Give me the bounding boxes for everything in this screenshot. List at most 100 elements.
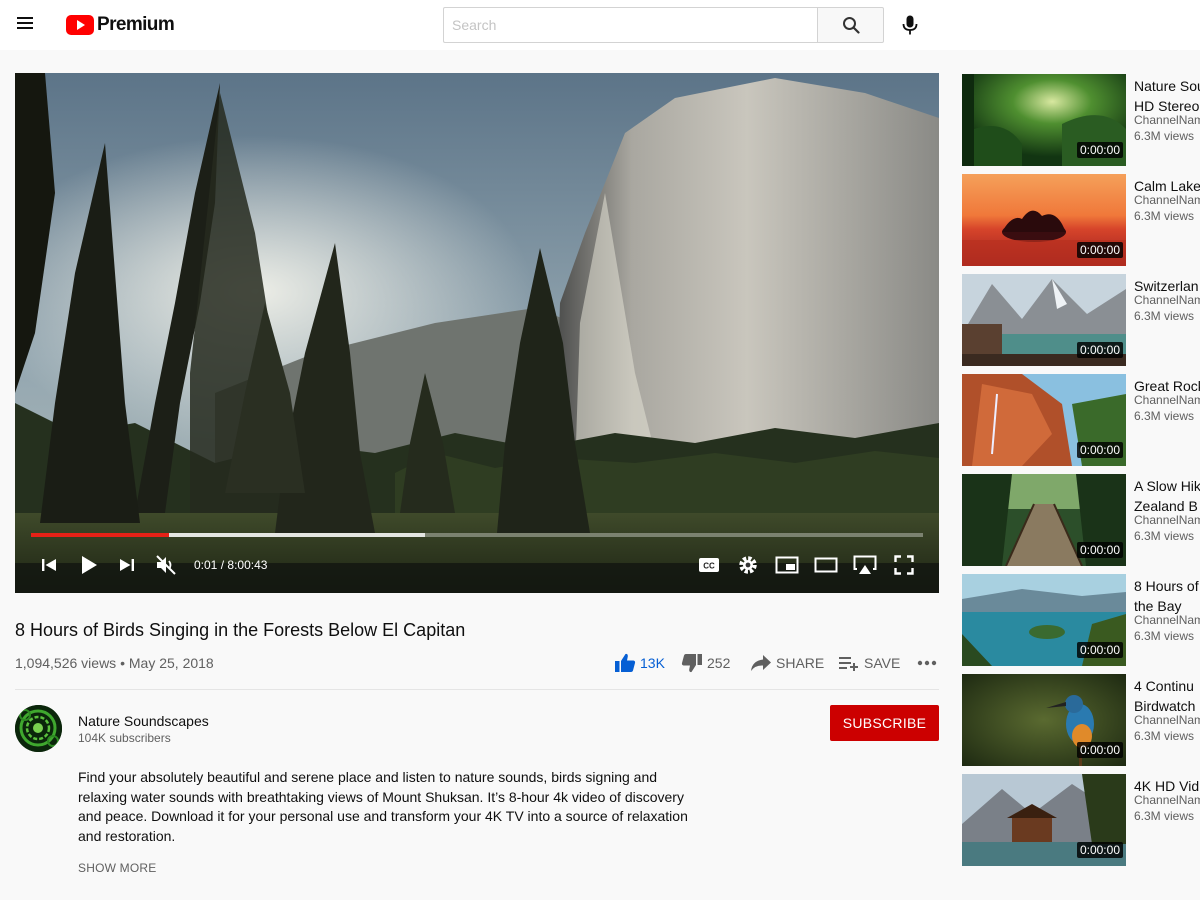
search-bar (443, 7, 884, 43)
recommendation-item[interactable]: 0:00:00 4 Continu Birdwatch ChannelName … (962, 674, 1200, 766)
player-controls: 0:01 / 8:00:43 CC (15, 545, 939, 585)
video-duration: 0:00:00 (1076, 242, 1123, 258)
subscribe-button[interactable]: SUBSCRIBE (830, 705, 939, 741)
fern-image (15, 705, 62, 752)
channel-name[interactable]: Nature Soundscapes (78, 713, 209, 729)
recommendation-channel: ChannelName (1134, 393, 1200, 407)
video-duration: 0:00:00 (1076, 742, 1123, 758)
svg-text:CC: CC (703, 562, 715, 571)
more-icon (917, 660, 937, 666)
recommendation-title: 8 Hours of the Bay (1134, 578, 1199, 614)
search-button[interactable] (817, 7, 884, 43)
youtube-logo-icon (66, 15, 94, 35)
publish-date: May 25, 2018 (128, 655, 214, 671)
logo-text: Premium (97, 14, 175, 35)
captions-icon: CC (699, 558, 719, 572)
video-duration: 0:00:00 (1076, 642, 1123, 658)
save-label: SAVE (864, 655, 901, 671)
save-playlist-icon (839, 657, 858, 671)
recommendation-views: 6.3M views (1134, 629, 1195, 643)
recommendation-views: 6.3M views (1134, 809, 1195, 823)
recommendation-views: 6.3M views (1134, 409, 1195, 423)
share-button[interactable]: SHARE (750, 653, 824, 673)
video-meta: 1,094,526 views • May 25, 2018 (15, 655, 214, 671)
recommendation-item[interactable]: 0:00:00 4K HD Vid ChannelName 6.3M views (962, 774, 1200, 866)
subscriber-count: 104K subscribers (78, 731, 171, 745)
theater-mode-button[interactable] (814, 553, 838, 577)
video-duration: 0:00:00 (1076, 142, 1123, 158)
mute-icon (156, 555, 176, 575)
video-title: 8 Hours of Birds Singing in the Forests … (15, 620, 466, 640)
settings-button[interactable] (736, 553, 760, 577)
fullscreen-icon (894, 555, 914, 575)
like-icon (615, 653, 636, 672)
captions-button[interactable]: CC (697, 553, 721, 577)
dislike-button[interactable]: 252 (681, 653, 730, 673)
video-player[interactable]: 0:01 / 8:00:43 CC (15, 73, 939, 593)
channel-avatar[interactable] (15, 705, 62, 752)
video-duration: 0:00:00 (1076, 342, 1123, 358)
share-icon (751, 655, 771, 671)
next-icon (120, 559, 134, 571)
total-duration: 8:00:43 (227, 558, 268, 572)
top-bar: Premium (0, 0, 1200, 50)
video-duration: 0:00:00 (1076, 842, 1123, 858)
cast-button[interactable] (853, 553, 877, 577)
progress-played (31, 533, 170, 537)
recommendation-channel: ChannelName (1134, 193, 1200, 207)
fullscreen-button[interactable] (892, 553, 916, 577)
miniplayer-icon (775, 556, 799, 574)
recommendation-item[interactable]: 0:00:00 Calm Lake ChannelName 6.3M views (962, 174, 1200, 266)
recommendation-channel: ChannelName (1134, 713, 1200, 727)
progress-bar[interactable] (31, 533, 923, 537)
search-icon (842, 17, 860, 34)
show-more-button[interactable]: SHOW MORE (78, 861, 156, 875)
like-count: 13K (640, 655, 665, 671)
recommendation-views: 6.3M views (1134, 529, 1195, 543)
search-input[interactable] (443, 7, 817, 43)
view-count: 1,094,526 views (15, 655, 117, 671)
recommendation-item[interactable]: 0:00:00 A Slow Hik Zealand B ChannelName… (962, 474, 1200, 566)
mute-button[interactable] (154, 553, 178, 577)
recommendation-channel: ChannelName (1134, 793, 1200, 807)
mic-icon (902, 15, 918, 35)
voice-search-button[interactable] (898, 13, 922, 37)
previous-button[interactable] (37, 553, 61, 577)
time-separator: / (220, 558, 225, 572)
save-button[interactable]: SAVE (838, 653, 900, 673)
recommendation-views: 6.3M views (1134, 129, 1195, 143)
settings-icon (739, 556, 757, 574)
youtube-logo[interactable]: Premium (66, 14, 175, 36)
video-description: Find your absolutely beautiful and seren… (78, 769, 688, 844)
share-label: SHARE (776, 655, 825, 671)
video-duration: 0:00:00 (1076, 442, 1123, 458)
video-frame (15, 73, 939, 593)
recommendation-item[interactable]: 0:00:00 8 Hours of the Bay ChannelName 6… (962, 574, 1200, 666)
recommendation-channel: ChannelName (1134, 513, 1200, 527)
like-button[interactable]: 13K (614, 653, 665, 673)
more-actions-button[interactable] (917, 653, 941, 673)
miniplayer-button[interactable] (775, 553, 799, 577)
current-time: 0:01 (194, 558, 218, 572)
recommendation-item[interactable]: 0:00:00 Great Rock ChannelName 6.3M view… (962, 374, 1200, 466)
menu-icon[interactable] (14, 14, 36, 36)
recommendation-item[interactable]: 0:00:00 Nature Sou HD Stereo ChannelName… (962, 74, 1200, 166)
recommendation-channel: ChannelName (1134, 113, 1200, 127)
recommendation-channel: ChannelName (1134, 613, 1200, 627)
video-duration: 0:00:00 (1076, 542, 1123, 558)
recommendation-title: A Slow Hik Zealand B (1134, 478, 1200, 514)
recommendation-item[interactable]: 0:00:00 Switzerlan ChannelName 6.3M view… (962, 274, 1200, 366)
dislike-count: 252 (707, 655, 731, 671)
divider (15, 689, 939, 690)
previous-icon (42, 559, 56, 571)
play-icon (82, 556, 97, 574)
dislike-icon (681, 654, 702, 673)
meta-separator: • (120, 655, 125, 671)
recommendation-title: 4 Continu Birdwatch (1134, 678, 1196, 714)
time-display: 0:01 / 8:00:43 (194, 558, 267, 572)
theater-icon (814, 557, 838, 573)
cast-icon (853, 555, 877, 574)
recommendation-views: 6.3M views (1134, 209, 1195, 223)
next-button[interactable] (115, 553, 139, 577)
play-button[interactable] (77, 553, 101, 577)
